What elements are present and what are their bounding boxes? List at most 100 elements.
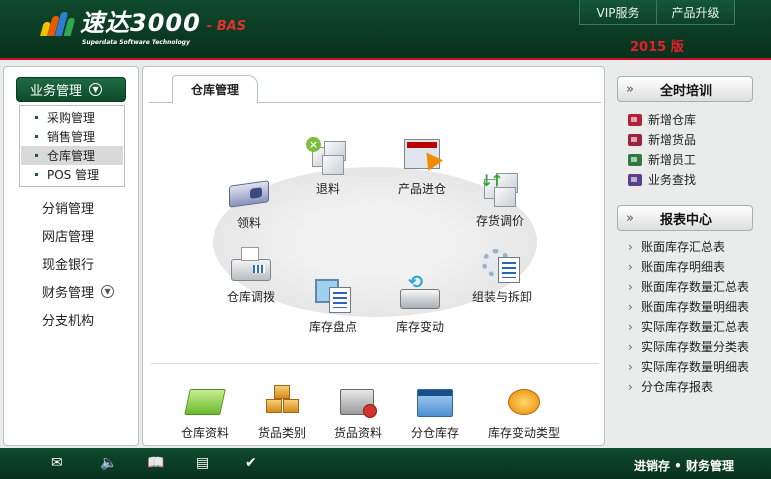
submenu-item-warehouse[interactable]: 仓库管理 [21, 146, 123, 165]
speaker-icon[interactable]: 🔈 [100, 455, 117, 471]
envelope-icon [336, 381, 380, 421]
training-item-new-goods[interactable]: 新增货品 [628, 131, 696, 148]
flow-item-label: 退料 [315, 182, 340, 196]
edition-year: 2015 版 [630, 40, 684, 55]
flow-item-label: 组装与拆卸 [472, 290, 533, 304]
bottom-item-label: 库存变动类型 [488, 426, 561, 440]
chevron-down-icon: ▼ [101, 285, 115, 298]
report-link[interactable]: › 账面库存汇总表 [628, 238, 725, 255]
double-chevron-icon: » [626, 81, 634, 97]
section-divider [151, 363, 599, 364]
flow-item-label: 库存盘点 [309, 320, 358, 334]
chevron-right-icon: › [628, 339, 633, 354]
fax-icon [229, 245, 273, 285]
check-icon[interactable]: ✔ [245, 455, 257, 471]
status-bar: ✉ 🔈 📖 ▤ ✔ 进销存 • 财务管理 [0, 448, 771, 479]
logo: 速达3000 - BAS [40, 9, 246, 37]
top-buttons: VIP服务 产品升级 [579, 0, 735, 25]
folder-green-icon [183, 381, 227, 421]
footer-product-label: 进销存 • 财务管理 [634, 459, 735, 473]
double-chevron-icon: » [626, 210, 634, 226]
nav-item-distribution[interactable]: 分销管理 [42, 198, 94, 217]
report-link[interactable]: › 实际库存数量明细表 [628, 358, 749, 375]
flow-item-warehouse-transfer[interactable]: 仓库调拨 [227, 245, 275, 305]
report-label: 实际库存数量汇总表 [641, 320, 750, 334]
flow-item-label: 领料 [236, 216, 261, 230]
module-button-label: 业务管理 [30, 84, 83, 99]
training-item-label: 新增货品 [648, 133, 697, 147]
stock-change-icon: ⟲ [398, 274, 442, 315]
bottom-item-goods-category[interactable]: 货品类别 [258, 381, 306, 441]
nav-item-label: 财务管理 [42, 286, 95, 301]
main-panel: 仓库管理 × 退料 产品进仓 领料 ↓↑ 存货调价 仓库调拨 组装与拆卸 库存盘… [142, 66, 605, 446]
book-icon[interactable]: 📖 [147, 455, 164, 471]
flow-item-inventory-price-adjust[interactable]: ↓↑ 存货调价 [476, 169, 524, 229]
training-item-business-search[interactable]: 业务查找 [628, 171, 696, 188]
flow-item-material-requisition[interactable]: 领料 [227, 171, 271, 231]
bottom-item-branch-stock[interactable]: 分仓库存 [411, 381, 459, 441]
report-link[interactable]: › 账面库存明细表 [628, 258, 725, 275]
training-item-new-warehouse[interactable]: 新增仓库 [628, 111, 696, 128]
flow-item-stock-count[interactable]: 库存盘点 [309, 275, 357, 335]
logo-text: 速达3000 [80, 9, 201, 37]
submenu: 采购管理 销售管理 仓库管理 POS 管理 [19, 105, 125, 187]
book-purple-icon [628, 173, 642, 186]
chevron-right-icon: › [628, 319, 633, 334]
flow-item-label: 产品进仓 [398, 182, 447, 196]
material-requisition-icon [227, 171, 271, 211]
training-item-label: 业务查找 [648, 173, 697, 187]
report-link[interactable]: › 实际库存数量汇总表 [628, 318, 749, 335]
flow-item-assembly-disassembly[interactable]: 组装与拆卸 [472, 245, 532, 305]
product-inbound-icon [400, 137, 444, 177]
submenu-item-sales[interactable]: 销售管理 [21, 127, 123, 146]
book-green-icon [628, 153, 642, 166]
logo-subtitle: Superdata Software Technology [82, 39, 190, 46]
book-red-icon [628, 113, 642, 126]
report-label: 账面库存数量明细表 [641, 300, 750, 314]
report-label: 账面库存数量汇总表 [641, 280, 750, 294]
mail-icon[interactable]: ✉ [51, 455, 63, 471]
submenu-item-purchase[interactable]: 采购管理 [21, 108, 123, 127]
chevron-right-icon: › [628, 259, 633, 274]
report-center-header[interactable]: » 报表中心 [617, 205, 753, 231]
flow-item-stock-change[interactable]: ⟲ 库存变动 [396, 274, 445, 335]
training-title: 全时培训 [660, 83, 713, 99]
report-label: 实际库存数量明细表 [641, 360, 750, 374]
bottom-item-label: 货品资料 [334, 426, 383, 440]
boxes-icon [260, 381, 304, 421]
report-link[interactable]: › 实际库存数量分类表 [628, 338, 749, 355]
tab-warehouse[interactable]: 仓库管理 [172, 75, 258, 103]
report-label: 账面库存明细表 [641, 260, 726, 274]
flow-item-label: 存货调价 [476, 214, 525, 228]
submenu-item-pos[interactable]: POS 管理 [21, 165, 123, 184]
flow-item-product-inbound[interactable]: 产品进仓 [398, 137, 446, 197]
nav-item-cash-bank[interactable]: 现金银行 [42, 254, 94, 273]
nav-item-online-store[interactable]: 网店管理 [42, 226, 94, 245]
app-header: 速达3000 - BAS Superdata Software Technolo… [0, 0, 771, 60]
nav-item-finance[interactable]: 财务管理 ▼ [42, 282, 115, 301]
report-center-title: 报表中心 [660, 212, 713, 228]
bottom-item-warehouse-info[interactable]: 仓库资料 [181, 381, 229, 441]
flow-item-label: 仓库调拨 [227, 290, 276, 304]
vip-service-button[interactable]: VIP服务 [579, 0, 657, 25]
report-link[interactable]: › 账面库存数量明细表 [628, 298, 749, 315]
bottom-item-stock-change-type[interactable]: 库存变动类型 [488, 381, 560, 441]
chevron-right-icon: › [628, 279, 633, 294]
stock-count-icon [311, 275, 355, 315]
window-icon [413, 381, 457, 421]
product-upgrade-button[interactable]: 产品升级 [657, 0, 735, 25]
chevron-right-icon: › [628, 239, 633, 254]
coin-icon [502, 381, 546, 421]
nav-item-label: 现金银行 [42, 258, 95, 273]
bottom-item-goods-info[interactable]: 货品资料 [334, 381, 382, 441]
training-item-new-employee[interactable]: 新增员工 [628, 151, 696, 168]
right-panel: » 全时培训 新增仓库 新增货品 新增员工 业务查找 » 报表中心 › 账面库存汇… [612, 66, 769, 446]
nav-item-branch[interactable]: 分支机构 [42, 310, 94, 329]
flow-item-label: 库存变动 [396, 320, 445, 334]
report-link[interactable]: › 账面库存数量汇总表 [628, 278, 749, 295]
calendar-icon[interactable]: ▤ [196, 455, 209, 471]
module-button-business[interactable]: 业务管理 ▼ [16, 77, 126, 102]
report-link[interactable]: › 分仓库存报表 [628, 378, 713, 395]
flow-item-return-material[interactable]: × 退料 [306, 137, 350, 197]
training-header[interactable]: » 全时培训 [617, 76, 753, 102]
